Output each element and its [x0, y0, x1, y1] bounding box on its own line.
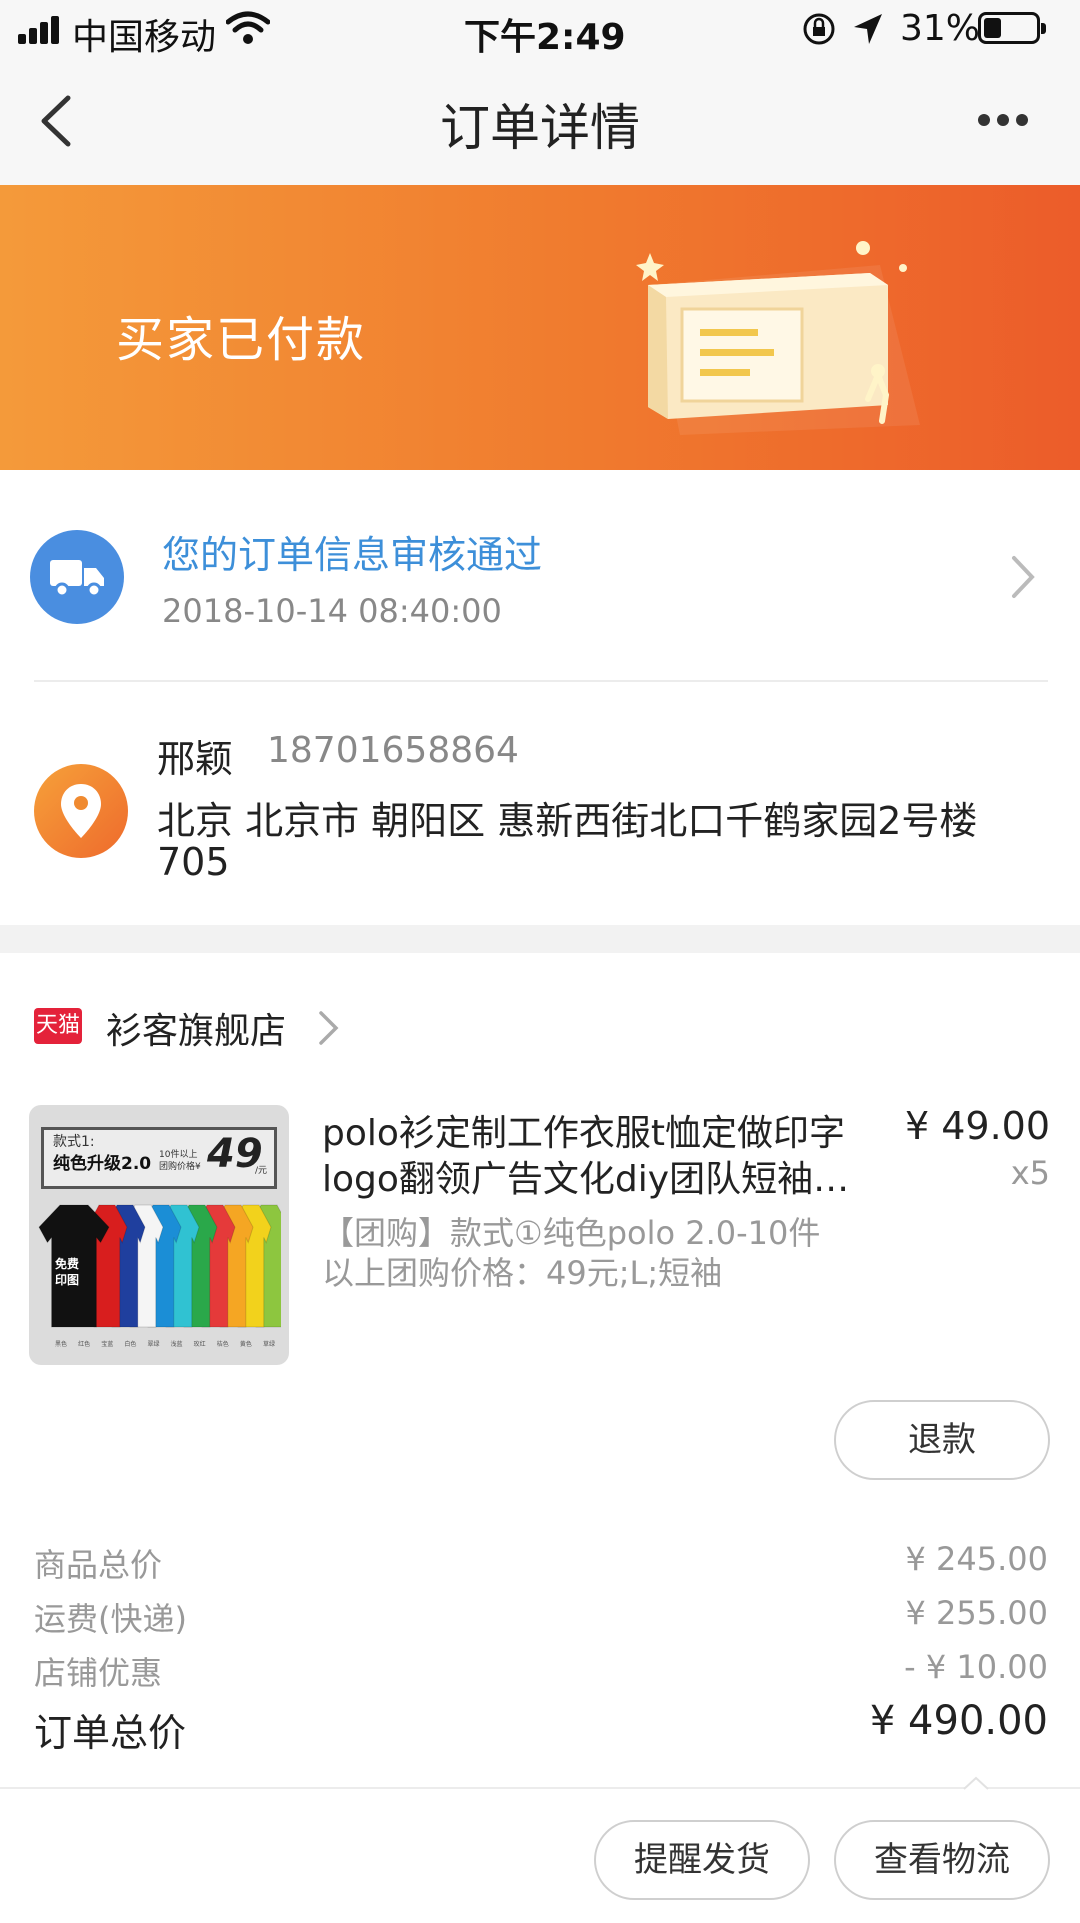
summary-label: 店铺优惠: [34, 1654, 163, 1692]
more-icon[interactable]: [976, 110, 1030, 130]
store-name[interactable]: 衫客旗舰店: [106, 1002, 286, 1054]
product-thumbnail[interactable]: 款式1: 纯色升级2.0 10件以上 团购价格¥ 49 /元 免费 印图 黑色红…: [29, 1105, 289, 1365]
carrier-label: 中国移动: [72, 17, 217, 58]
summary-label: 商品总价: [34, 1546, 163, 1584]
thumb-label-small2: 团购价格¥: [159, 1162, 201, 1172]
clock: 下午2:49: [464, 17, 626, 58]
section-separator: [0, 925, 1080, 953]
thumb-unit: /元: [255, 1166, 268, 1176]
battery-percent: 31%: [900, 8, 981, 49]
divider: [34, 680, 1048, 682]
product-title-line2[interactable]: logo翻领广告文化diy团队短袖…: [322, 1150, 849, 1202]
thumb-label-main: 纯色升级2.0: [53, 1154, 152, 1174]
logistics-message[interactable]: 您的订单信息审核通过: [162, 524, 542, 579]
truck-icon: [30, 530, 124, 624]
summary-row: 店铺优惠 - ¥ 10.00: [34, 1648, 1048, 1702]
tmall-badge: 天猫: [34, 1008, 82, 1044]
order-status-text: 买家已付款: [116, 312, 367, 368]
color-name: 红色: [78, 1341, 91, 1348]
thumb-label-top: 款式1:: [53, 1134, 95, 1150]
wifi-icon: [226, 11, 270, 44]
package-box-icon: [636, 241, 920, 435]
color-name: 白色: [124, 1341, 137, 1348]
summary-row: 运费(快递) ¥ 255.00: [34, 1594, 1048, 1648]
thumb-color-names: 黑色 红色 宝蓝 白色 翠绿 浅蓝 玫红 桔色 黄色 草绿: [55, 1339, 275, 1348]
chevron-right-icon[interactable]: [1010, 554, 1036, 600]
signal-icon: [18, 14, 66, 44]
address-line-1: 北京 北京市 朝阳区 惠新西街北口千鹤家园2号楼: [157, 799, 978, 843]
product-price: ¥ 49.00: [904, 1104, 1050, 1148]
address-line-2: 705: [157, 840, 230, 884]
summary-label: 运费(快递): [34, 1600, 187, 1638]
color-name: 草绿: [262, 1341, 275, 1348]
product-spec-line2: 以上团购价格：49元;L;短袖: [322, 1254, 723, 1292]
summary-row: 商品总价 ¥ 245.00: [34, 1540, 1048, 1594]
color-name: 黄色: [239, 1341, 252, 1348]
chevron-right-icon[interactable]: [318, 1010, 340, 1046]
page-title: 订单详情: [440, 99, 640, 157]
summary-value: - ¥ 10.00: [904, 1648, 1048, 1686]
caret-up-icon: [963, 1776, 989, 1790]
logistics-timestamp: 2018-10-14 08:40:00: [162, 592, 502, 630]
view-logistics-button[interactable]: 查看物流: [834, 1820, 1050, 1900]
logistics-card[interactable]: [30, 530, 124, 624]
product-title-line1[interactable]: polo衫定制工作衣服t恤定做印字: [322, 1104, 845, 1156]
thumb-shirt-text2: 印图: [55, 1273, 80, 1287]
battery-icon: [978, 12, 1046, 44]
color-name: 翠绿: [147, 1341, 160, 1348]
recipient-name: 邢颖: [157, 737, 234, 781]
location-pin-icon: [34, 764, 128, 858]
summary-value: ¥ 245.00: [905, 1540, 1049, 1578]
total-value: ¥ 490.00: [869, 1698, 1048, 1744]
summary-value: ¥ 255.00: [905, 1594, 1049, 1632]
price-summary: 商品总价 ¥ 245.00 运费(快递) ¥ 255.00 店铺优惠 - ¥ 1…: [34, 1540, 1048, 1762]
remind-shipping-button[interactable]: 提醒发货: [594, 1820, 810, 1900]
color-name: 浅蓝: [170, 1341, 183, 1348]
thumb-shirt-text1: 免费: [55, 1257, 80, 1271]
location-arrow-icon: [854, 14, 882, 44]
recipient-phone: 18701658864: [267, 730, 519, 771]
color-name: 玫红: [193, 1341, 206, 1348]
color-name: 宝蓝: [101, 1341, 114, 1348]
refund-button[interactable]: 退款: [834, 1400, 1050, 1480]
orientation-lock-icon: [803, 13, 835, 45]
total-label: 订单总价: [34, 1711, 187, 1755]
color-name: 桔色: [216, 1341, 229, 1348]
product-quantity: x5: [1010, 1154, 1050, 1192]
summary-total-row: 订单总价 ¥ 490.00: [34, 1698, 1048, 1762]
color-name: 黑色: [55, 1341, 68, 1348]
